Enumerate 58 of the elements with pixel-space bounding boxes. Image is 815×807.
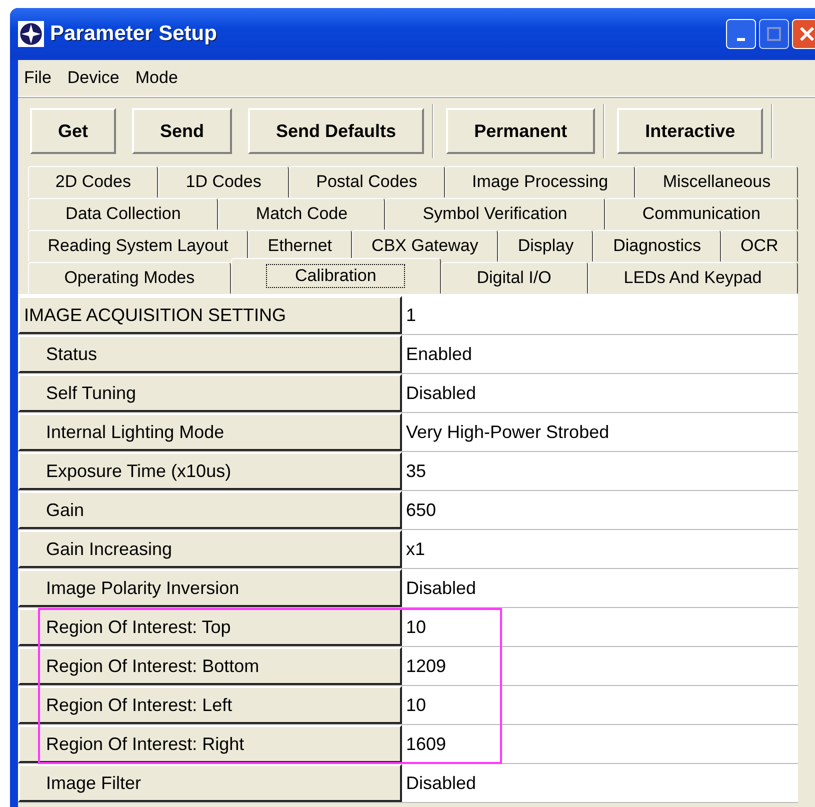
parameter-value-cell[interactable]: 35 <box>402 452 798 490</box>
parameter-value-cell[interactable]: Enabled <box>402 335 798 373</box>
parameter-value-cell[interactable]: 10 <box>402 686 798 724</box>
parameter-name-cell: Region Of Interest: Left <box>18 686 402 724</box>
parameter-value-cell[interactable]: 1 <box>402 296 798 334</box>
parameter-name-cell: Region Of Interest: Top <box>18 608 402 646</box>
tab[interactable]: Match Code <box>218 198 386 230</box>
parameter-name-cell: Internal Lighting Mode <box>18 413 402 451</box>
toolbar-button[interactable]: Get <box>30 108 116 154</box>
menu-item[interactable]: Mode <box>135 68 178 88</box>
parameter-name-cell: IMAGE ACQUISITION SETTING <box>18 296 402 334</box>
tab[interactable]: Miscellaneous <box>635 166 798 198</box>
parameter-name-cell: Region Of Interest: Right <box>18 725 402 763</box>
parameter-value-cell[interactable]: Disabled <box>402 374 798 412</box>
tab[interactable]: LEDs And Keypad <box>588 262 798 294</box>
tab[interactable]: Symbol Verification <box>385 198 605 230</box>
parameter-value-cell[interactable]: 1609 <box>402 725 798 763</box>
close-icon <box>797 24 815 44</box>
tab[interactable]: Postal Codes <box>288 166 445 198</box>
toolbar-button[interactable]: Permanent <box>446 108 596 154</box>
parameter-value-cell[interactable]: 10 <box>402 608 798 646</box>
tab[interactable]: Digital I/O <box>440 262 588 294</box>
crosshair-icon <box>18 21 44 47</box>
parameter-value-cell[interactable]: Very High-Power Strobed <box>402 413 798 451</box>
parameter-name-cell: Image Polarity Inversion <box>18 569 402 607</box>
parameter-name-cell: Image Filter <box>18 764 402 802</box>
parameter-value-cell[interactable]: 650 <box>402 491 798 529</box>
tab[interactable]: Calibration <box>230 258 441 294</box>
menu-item[interactable]: File <box>24 68 52 88</box>
parameter-value-cell[interactable]: Disabled <box>402 569 798 607</box>
close-button[interactable] <box>792 19 815 49</box>
tab[interactable]: 1D Codes <box>158 166 289 198</box>
tab[interactable]: Display <box>498 230 594 262</box>
tab[interactable]: OCR <box>720 230 798 262</box>
minimize-icon <box>737 38 745 40</box>
parameter-name-cell: Self Tuning <box>18 374 402 412</box>
tab[interactable]: Data Collection <box>28 198 218 230</box>
tab[interactable]: 2D Codes <box>28 166 158 198</box>
parameter-name-cell: Status <box>18 335 402 373</box>
tab[interactable]: Operating Modes <box>28 262 231 294</box>
maximize-button[interactable] <box>759 19 789 49</box>
toolbar-button[interactable]: Send <box>132 108 232 154</box>
parameter-name-cell: Region Of Interest: Bottom <box>18 647 402 685</box>
parameter-value-cell[interactable]: 1209 <box>402 647 798 685</box>
parameter-value-cell[interactable]: x1 <box>402 530 798 568</box>
parameter-name-cell: Gain <box>18 491 402 529</box>
window-title: Parameter Setup <box>50 22 218 46</box>
tab[interactable]: Image Processing <box>444 166 636 198</box>
parameter-name-cell: Gain Increasing <box>18 530 402 568</box>
toolbar-button[interactable]: Send Defaults <box>248 108 424 154</box>
tab[interactable]: Communication <box>604 198 798 230</box>
toolbar-button[interactable]: Interactive <box>617 108 764 154</box>
parameter-value-cell[interactable]: Disabled <box>402 764 798 802</box>
maximize-icon <box>764 24 784 44</box>
minimize-button[interactable] <box>726 19 756 49</box>
tab[interactable]: Diagnostics <box>593 230 721 262</box>
menu-item[interactable]: Device <box>67 68 120 88</box>
parameter-name-cell: Exposure Time (x10us) <box>18 452 402 490</box>
